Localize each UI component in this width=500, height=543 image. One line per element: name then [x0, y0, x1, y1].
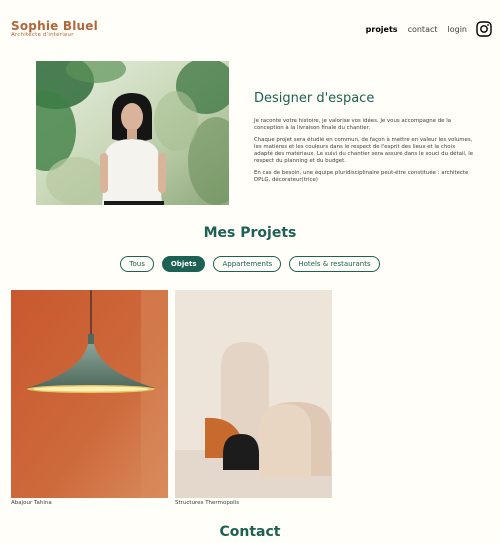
- nav-projets[interactable]: projets: [366, 25, 398, 34]
- project-card[interactable]: Abajour Tahina: [11, 290, 168, 506]
- filter-hotels-restaurants[interactable]: Hotels & restaurants: [289, 256, 380, 272]
- project-image-structures: [175, 290, 332, 498]
- nav-login[interactable]: login: [448, 25, 468, 34]
- nav-contact[interactable]: contact: [408, 25, 438, 34]
- intro-paragraph: Chaque projet sera étudié en commun, de …: [254, 136, 474, 165]
- architect-portrait-photo: [36, 61, 229, 205]
- filter-objets[interactable]: Objets: [161, 256, 206, 272]
- project-image-lamp: [11, 290, 168, 498]
- filter-appartements[interactable]: Appartements: [213, 256, 282, 272]
- intro-title: Designer d'espace: [254, 91, 375, 106]
- project-caption: Abajour Tahina: [11, 500, 52, 506]
- project-filters: Tous Objets Appartements Hotels & restau…: [0, 256, 500, 272]
- logo-subtitle: Architecte d'intérieur: [11, 32, 74, 38]
- project-card[interactable]: Structures Thermopolis: [175, 290, 332, 506]
- logo-title: Sophie Bluel: [11, 19, 98, 33]
- intro-paragraph: Je raconte votre histoire, je valorise v…: [254, 118, 452, 132]
- projects-title: Mes Projets: [203, 225, 297, 241]
- filter-tous[interactable]: Tous: [120, 256, 154, 272]
- main-nav: projets contact login: [356, 21, 492, 37]
- intro-paragraph: En cas de besoin, une équipe pluridiscip…: [254, 169, 469, 184]
- instagram-icon[interactable]: [476, 21, 492, 37]
- intro-text: Designer d'espace Je raconte votre histo…: [254, 91, 474, 188]
- logo[interactable]: Sophie Bluel Architecte d'intérieur: [11, 20, 98, 39]
- site-header: Sophie Bluel Architecte d'intérieur proj…: [0, 0, 500, 48]
- contact-title: Contact: [219, 524, 281, 540]
- project-caption: Structures Thermopolis: [175, 500, 240, 506]
